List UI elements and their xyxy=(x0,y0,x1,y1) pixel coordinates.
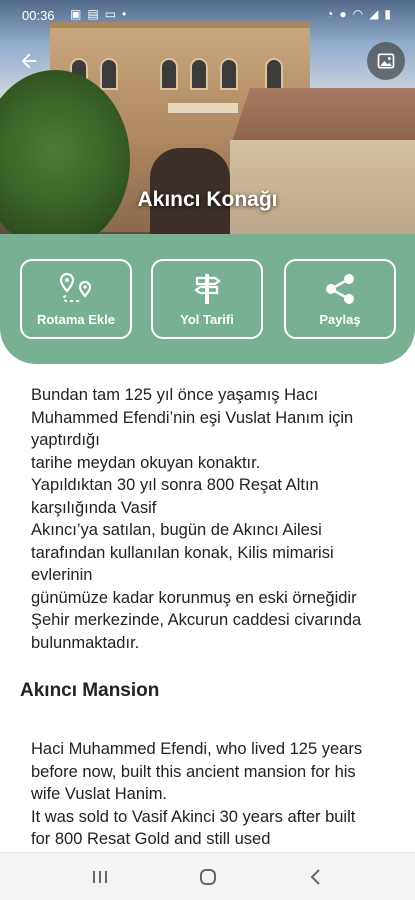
status-right-icons: ◔●◠◢▮ xyxy=(326,7,397,21)
description-english: Haci Muhammed Efendi, who lived 125 year… xyxy=(31,740,363,848)
share-label: Paylaş xyxy=(319,311,361,327)
page-title: Akıncı Konağı xyxy=(137,188,278,211)
back-button[interactable] xyxy=(14,46,44,76)
home-icon xyxy=(200,869,216,885)
gallery-icon: ▤ xyxy=(87,7,105,21)
description-turkish: Bundan tam 125 yıl önce yaşamış Hacı Muh… xyxy=(31,386,362,652)
directions-label: Yol Tarifi xyxy=(180,311,234,327)
section-title-english: Akıncı Mansion xyxy=(20,680,160,701)
alarm-icon: ◔ xyxy=(326,7,340,21)
add-to-route-label: Rotama Ekle xyxy=(36,311,116,327)
directions-button[interactable]: Yol Tarifi xyxy=(151,259,263,339)
status-time: 00:36 xyxy=(22,8,55,23)
recents-icon xyxy=(93,871,107,883)
photo-gallery-icon xyxy=(377,53,395,69)
arrow-left-icon xyxy=(21,53,37,69)
message-icon: ▭ xyxy=(104,7,123,21)
chevron-left-icon xyxy=(310,869,320,885)
system-back-button[interactable] xyxy=(302,865,330,889)
detail-content[interactable]: Bundan tam 125 yıl önce yaşamış Hacı Muh… xyxy=(0,364,415,852)
share-icon xyxy=(326,273,354,304)
dot-icon: • xyxy=(122,7,133,21)
status-bar: 00:36 ▣▤▭• ◔●◠◢▮ xyxy=(0,0,415,30)
signpost-icon xyxy=(194,273,221,304)
recent-apps-button[interactable] xyxy=(86,865,114,889)
system-navigation-bar xyxy=(0,852,415,900)
header-photo: 00:36 ▣▤▭• ◔●◠◢▮ Akıncı Konağı xyxy=(0,0,415,240)
battery-icon: ▮ xyxy=(384,7,397,21)
share-button[interactable]: Paylaş xyxy=(284,259,396,339)
route-pin-icon xyxy=(59,272,92,302)
home-button[interactable] xyxy=(194,865,222,889)
action-panel: Rotama Ekle Yol Tarifi Paylaş xyxy=(0,234,415,364)
add-to-route-button[interactable]: Rotama Ekle xyxy=(20,259,132,339)
signal-icon: ◢ xyxy=(369,7,385,21)
location-icon: ● xyxy=(339,7,353,21)
image-icon: ▣ xyxy=(70,7,88,21)
wifi-icon: ◠ xyxy=(352,7,370,21)
gallery-button[interactable] xyxy=(367,42,405,80)
status-left-icons: ▣▤▭• xyxy=(70,7,132,21)
